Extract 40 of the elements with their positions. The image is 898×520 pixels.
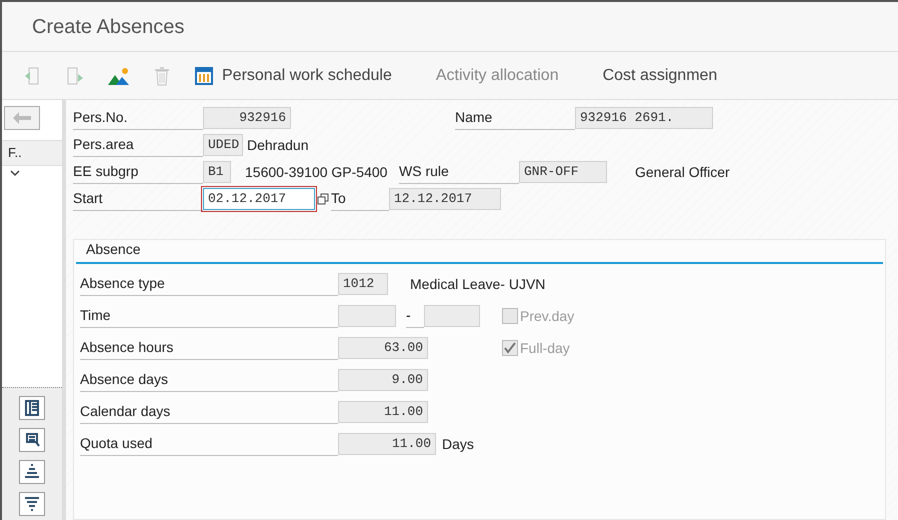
field-text: Dehradun	[247, 136, 308, 154]
field-text: Medical Leave- UJVN	[410, 274, 546, 294]
field-label: Absence type	[80, 272, 338, 296]
input-field[interactable]: 1012	[338, 273, 388, 295]
input-field[interactable]: 63.00	[338, 337, 428, 359]
field-label: Absence days	[80, 368, 338, 392]
mountains-icon[interactable]	[108, 66, 130, 84]
date-field[interactable]: 12.12.2017	[389, 188, 501, 210]
input-field[interactable]: GNR-OFF	[519, 161, 607, 183]
copy-icon[interactable]	[317, 193, 329, 205]
date-field[interactable]: 02.12.2017	[203, 188, 315, 210]
field-label: Quota used	[80, 432, 338, 456]
input-field[interactable]: 932916	[203, 107, 291, 129]
tool-icon[interactable]	[19, 428, 45, 452]
checkmark-icon	[504, 342, 516, 354]
input-field[interactable]: 932916 2691.	[575, 107, 713, 129]
back-arrow-icon	[13, 112, 31, 124]
window-title: Create Absences	[32, 14, 184, 40]
field-text: General Officer	[635, 162, 730, 182]
field-label: Calendar days	[80, 400, 338, 424]
toolbar-button[interactable]: Personal work schedule	[194, 64, 392, 88]
input-field[interactable]: UDED	[203, 134, 243, 156]
field-label: Absence hours	[80, 336, 338, 360]
input-field[interactable]	[338, 305, 396, 327]
column-header: F..	[8, 144, 22, 162]
field-label: Time	[80, 304, 338, 328]
group-title: Absence	[86, 240, 140, 259]
tool-icon[interactable]	[19, 460, 45, 484]
chevron-down-icon[interactable]	[10, 170, 20, 178]
input-field[interactable]: 11.00	[338, 401, 428, 423]
input-field[interactable]	[424, 305, 480, 327]
toolbar-button[interactable]: Cost assignmen	[602, 64, 718, 88]
input-field[interactable]: 11.00	[338, 433, 436, 455]
input-field[interactable]: 9.00	[338, 369, 428, 391]
schedule-icon	[194, 66, 214, 86]
input-field[interactable]: B1	[203, 161, 231, 183]
tool-icon[interactable]	[19, 492, 45, 516]
tool-icon[interactable]	[19, 396, 45, 420]
field-text: 15600-39100 GP-5400	[245, 162, 388, 182]
unit-text: Days	[442, 434, 474, 454]
